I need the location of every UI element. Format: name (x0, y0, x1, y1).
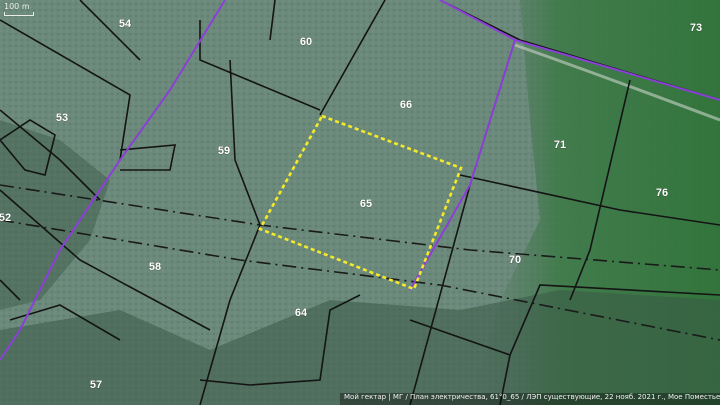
parcel-label-54[interactable]: 54 (118, 17, 132, 30)
parcel-label-58[interactable]: 58 (148, 260, 161, 273)
parcel-label-73[interactable]: 73 (689, 21, 702, 34)
parcel-label-71[interactable]: 71 (553, 138, 566, 151)
parcel-label-60[interactable]: 60 (299, 35, 312, 48)
parcel-label-64[interactable]: 64 (294, 306, 308, 319)
map-canvas[interactable]: 54 60 73 53 66 59 71 76 65 52 70 58 64 5… (0, 0, 720, 405)
parcel-label-65[interactable]: 65 (359, 197, 372, 210)
parcel-label-53[interactable]: 53 (55, 111, 68, 124)
parcel-label-70[interactable]: 70 (508, 253, 521, 266)
map-view[interactable]: 54 60 73 53 66 59 71 76 65 52 70 58 64 5… (0, 0, 720, 405)
parcel-label-59[interactable]: 59 (217, 144, 230, 157)
parcel-label-52[interactable]: 52 (0, 211, 12, 224)
parcel-label-66[interactable]: 66 (399, 98, 412, 111)
parcel-label-57[interactable]: 57 (89, 378, 102, 391)
parcel-label-76[interactable]: 76 (655, 186, 668, 199)
map-attribution: Мой гектар | МГ / План электричества, 61… (340, 393, 720, 405)
scale-bar (4, 12, 34, 16)
scale-label: 100 m (4, 2, 30, 11)
